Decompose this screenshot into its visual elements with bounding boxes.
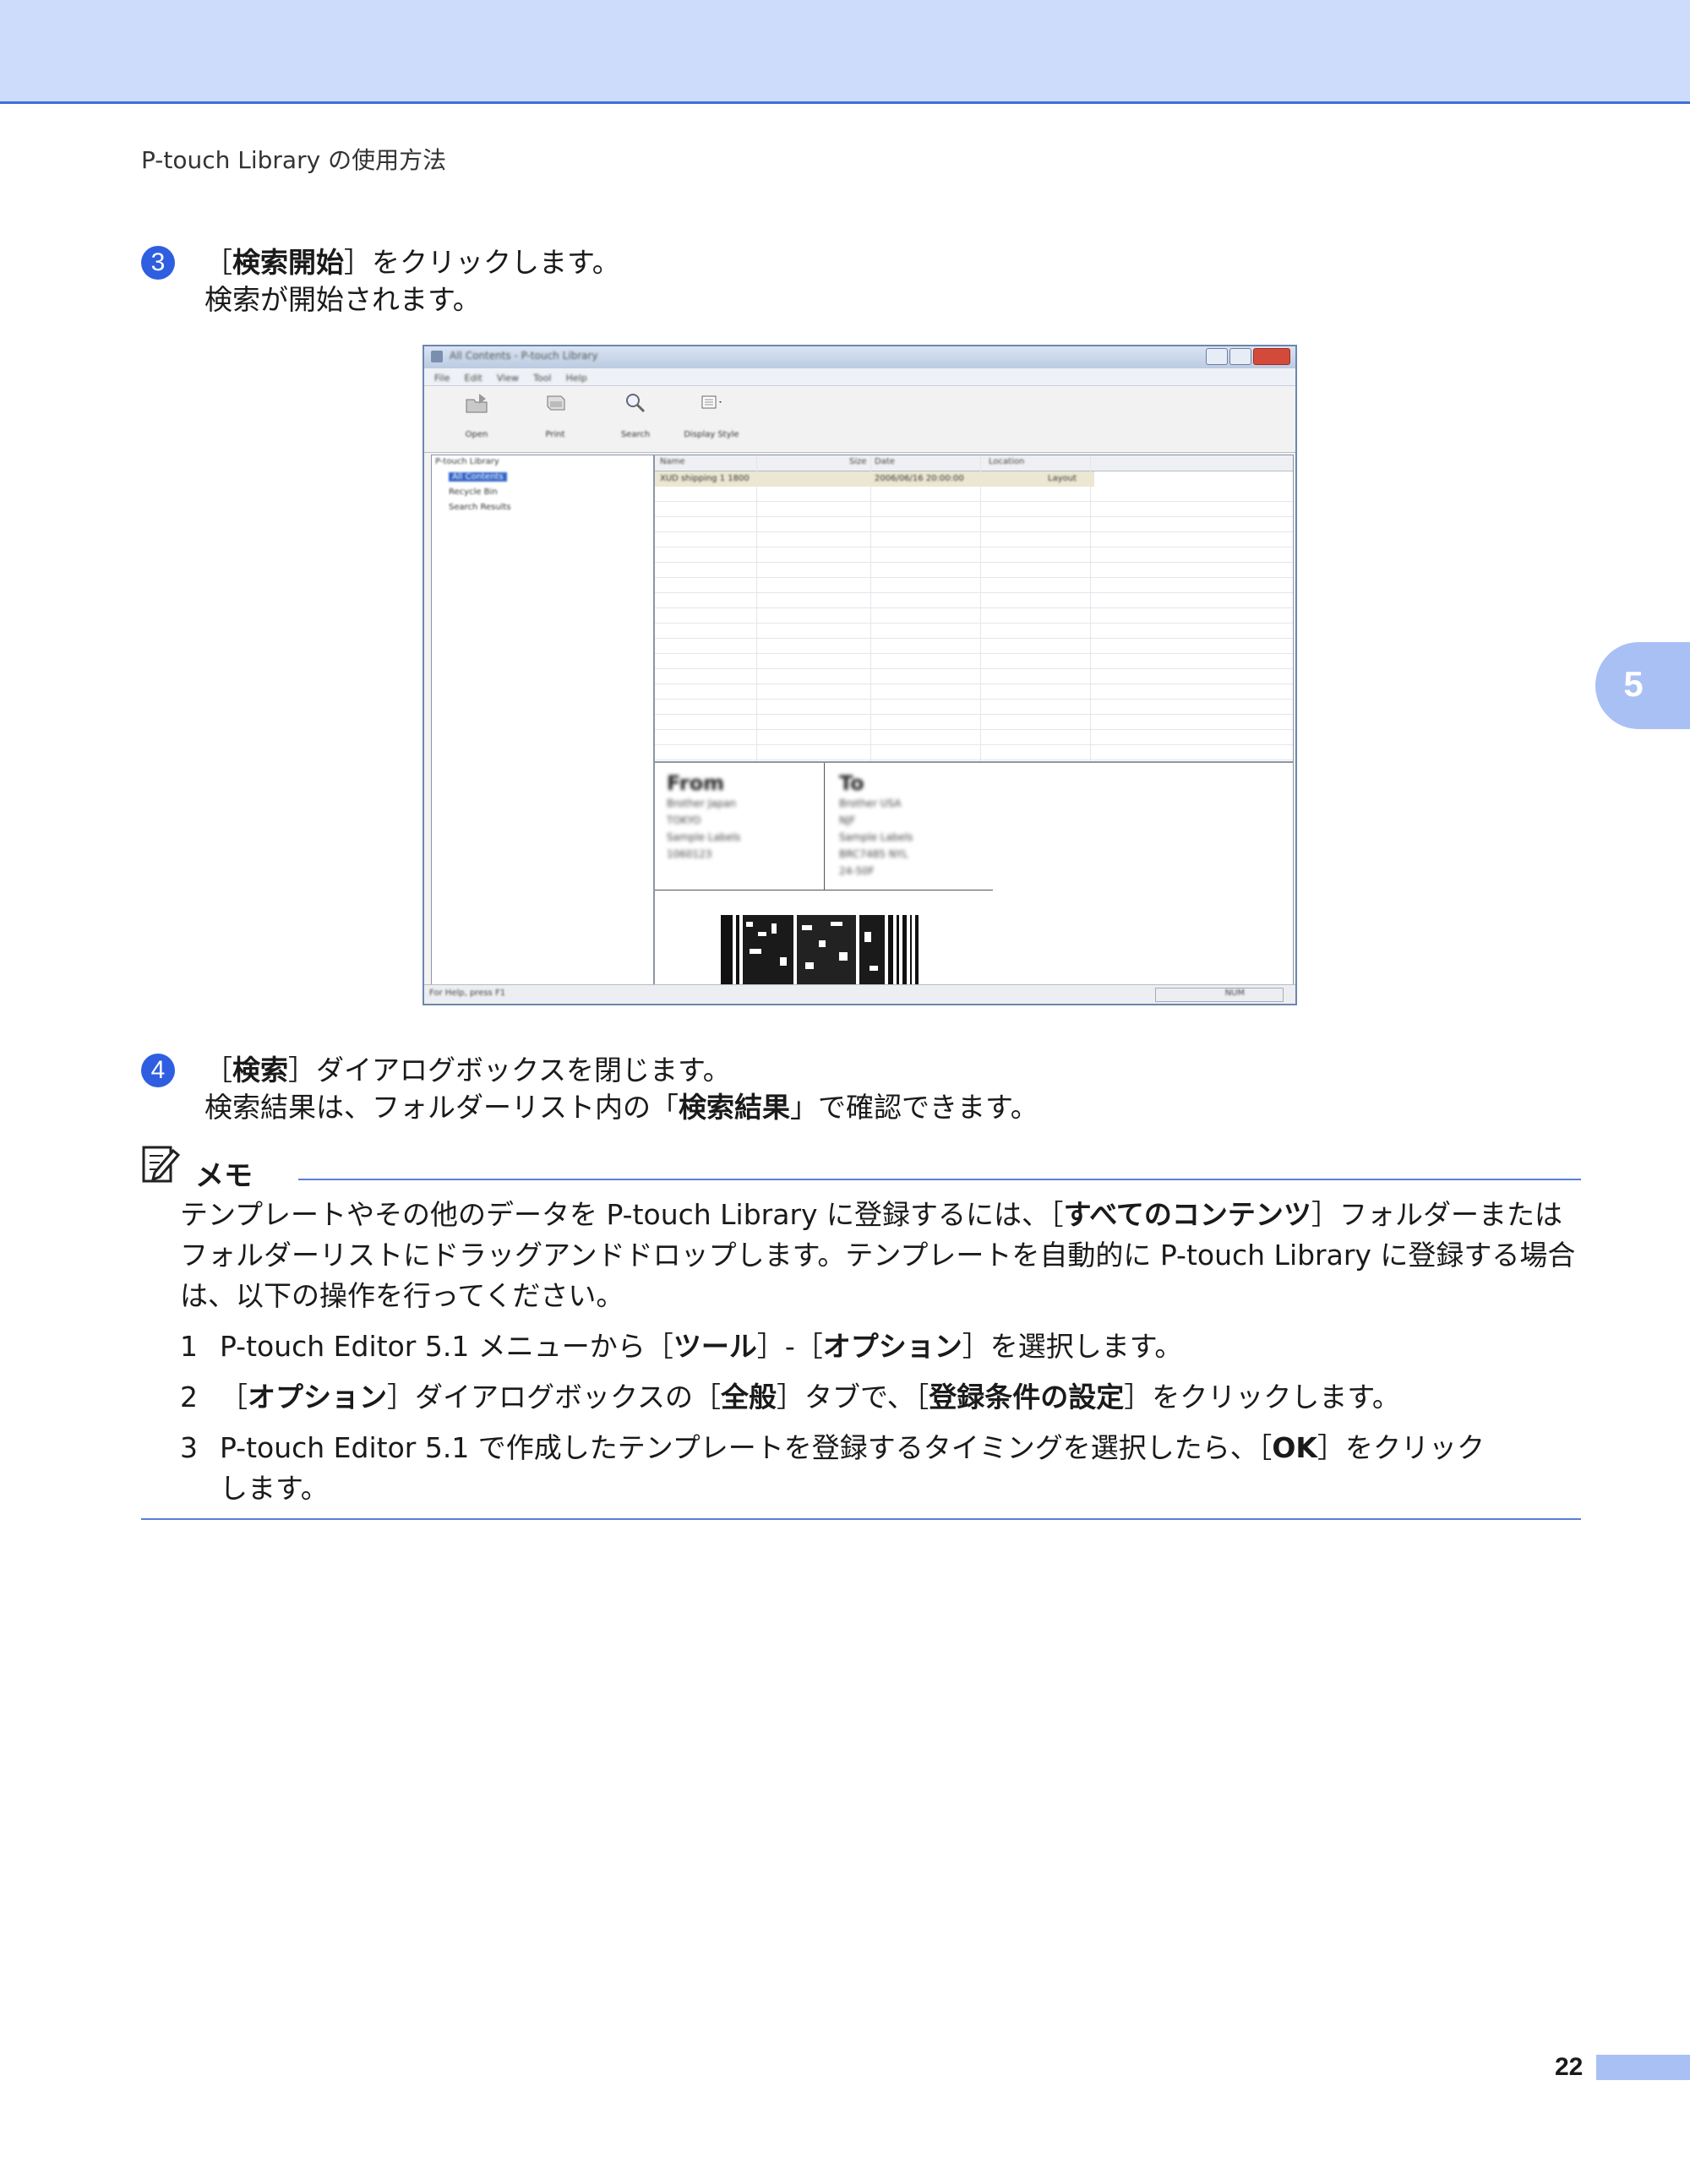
menu-tool: Tool: [533, 373, 552, 384]
step-number: 4: [141, 1054, 175, 1087]
maximize-icon: [1229, 348, 1251, 365]
chapter-tab: 5: [1595, 642, 1690, 729]
chapter-number: 5: [1623, 664, 1644, 704]
memo-heading: メモ: [141, 1142, 327, 1193]
folder-tree: P-touch Library All Contents Recycle Bin…: [431, 455, 654, 990]
label-to: To Brother USA NJF Sample Labels BRC7485…: [839, 771, 913, 877]
memo-top-rule: [298, 1179, 1581, 1180]
file-list: Name Size Date Location XUD shipping 1 1…: [654, 455, 1294, 762]
status-bar: For Help, press F1 NUM: [424, 984, 1295, 1004]
toolbar: Open Print Search Display Style: [424, 386, 1295, 453]
toolbar-open: Open: [443, 391, 510, 439]
step-result: 検索結果は、フォルダーリスト内の「検索結果」で確認できます。: [204, 1091, 1039, 1124]
step-instruction: ［検索］ダイアログボックスを閉じます。: [204, 1054, 731, 1087]
menu-edit: Edit: [464, 373, 482, 384]
window-title: All Contents - P-touch Library: [450, 350, 598, 362]
page-number-bar: [1596, 2055, 1690, 2080]
tree-search-results: Search Results: [449, 503, 511, 512]
memo-pencil-icon: [142, 1146, 181, 1183]
memo-bottom-rule: [141, 1518, 1581, 1520]
label-from: From Brother Japan TOKYO Sample Labels 1…: [667, 771, 741, 860]
step-instruction: ［検索開始］をクリックします。: [204, 246, 620, 279]
tree-all-contents: All Contents: [449, 472, 507, 482]
window-titlebar: All Contents - P-touch Library: [424, 346, 1295, 368]
list-header: Name Size Date Location: [655, 455, 1293, 471]
memo-title: メモ: [195, 1159, 253, 1193]
toolbar-display-style: Display Style: [678, 391, 745, 439]
display-style-icon: [701, 395, 722, 409]
tree-root: P-touch Library: [435, 457, 499, 466]
step-result: 検索が開始されます。: [204, 283, 481, 316]
header-band: [0, 0, 1690, 104]
toolbar-print: Print: [521, 391, 589, 439]
search-icon: [626, 394, 646, 413]
table-row: XUD shipping 1 1800 2006/06/16 20:00:00 …: [655, 471, 1094, 487]
app-icon: [431, 351, 443, 362]
page-number: 22: [1555, 2053, 1584, 2081]
app-screenshot: All Contents - P-touch Library File Edit…: [422, 345, 1297, 1005]
running-header: P-touch Library の使用方法: [141, 146, 447, 174]
minimize-icon: [1206, 348, 1228, 365]
barcode-image: [721, 915, 919, 984]
menu-view: View: [496, 373, 520, 384]
label-preview: From Brother Japan TOKYO Sample Labels 1…: [654, 762, 1294, 990]
menu-file: File: [434, 373, 450, 384]
step-number: 3: [141, 246, 175, 280]
tree-recycle-bin: Recycle Bin: [449, 487, 498, 497]
open-icon: [466, 394, 488, 413]
print-icon: [547, 395, 565, 411]
toolbar-search: Search: [602, 391, 669, 439]
close-icon: [1253, 348, 1290, 365]
menu-help: Help: [565, 373, 587, 384]
memo-paragraph: テンプレートやその他のデータを P-touch Library に登録するには、…: [180, 1198, 1576, 1312]
menu-bar: File Edit View Tool Help: [424, 368, 1295, 386]
